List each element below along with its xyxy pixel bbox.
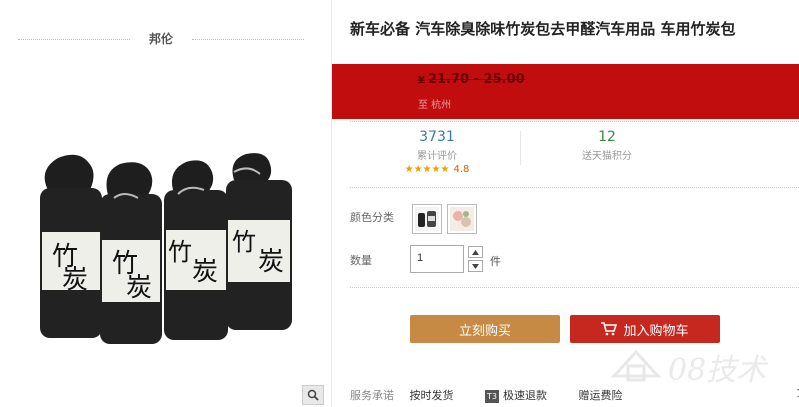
product-detail-panel: 新车必备 汽车除臭除味竹炭包去甲醛汽车用品 车用竹炭包 ¥21.70 - 25.… bbox=[332, 0, 799, 407]
points-label: 送天猫积分 bbox=[582, 151, 632, 162]
divider bbox=[350, 187, 799, 188]
color-option-label: 颜色分类 bbox=[350, 211, 394, 224]
reviews-count: 3731 bbox=[419, 129, 455, 145]
color-swatch-2[interactable] bbox=[447, 204, 477, 234]
color-swatch-1[interactable] bbox=[412, 204, 442, 234]
service-fast-refund[interactable]: T3 极速退款 bbox=[485, 389, 547, 403]
quantity-input[interactable]: 1 bbox=[410, 245, 464, 273]
service-fast-refund-label: 极速退款 bbox=[503, 389, 547, 402]
bag-char-8: 炭 bbox=[258, 247, 284, 277]
stat-divider bbox=[520, 131, 521, 165]
divider bbox=[350, 121, 799, 122]
buy-now-button[interactable]: 立刻购买 bbox=[410, 315, 560, 343]
zoom-button[interactable] bbox=[302, 385, 324, 405]
product-gallery: 邦伦 竹 炭 竹 炭 竹 炭 竹 炭 bbox=[0, 0, 331, 407]
swatch-thumbnail-icon bbox=[415, 207, 439, 231]
bag-char-7: 竹 bbox=[232, 228, 256, 256]
quantity-unit: 件 bbox=[490, 255, 501, 268]
product-title: 新车必备 汽车除臭除味竹炭包去甲醛汽车用品 车用竹炭包 bbox=[350, 20, 736, 38]
bag-char-6: 炭 bbox=[192, 257, 218, 287]
charcoal-bag-1: 竹 炭 bbox=[40, 154, 102, 338]
cart-icon bbox=[601, 322, 618, 336]
rating: ★★★★★ 4.8 bbox=[392, 164, 482, 175]
charcoal-bag-3: 竹 炭 bbox=[164, 160, 228, 340]
magnifier-icon bbox=[307, 389, 319, 401]
chevron-up-icon bbox=[472, 249, 479, 255]
ship-destination[interactable]: 至 杭州 bbox=[418, 96, 451, 111]
points-stat: 12 送天猫积分 bbox=[562, 129, 652, 162]
service-on-time-shipping[interactable]: 按时发货 bbox=[410, 389, 454, 402]
rating-score: 4.8 bbox=[453, 164, 470, 175]
buy-now-label: 立刻购买 bbox=[458, 323, 511, 339]
bag-char-2: 炭 bbox=[62, 265, 88, 295]
watermark-text: 08技术 bbox=[668, 353, 769, 388]
quantity-label: 数量 bbox=[350, 254, 372, 267]
price-band: ¥21.70 - 25.00 至 杭州 bbox=[332, 64, 799, 119]
chevron-down-icon bbox=[472, 263, 479, 269]
charcoal-bag-2: 竹 炭 bbox=[100, 162, 162, 344]
product-image[interactable]: 竹 炭 竹 炭 竹 炭 竹 炭 bbox=[28, 150, 318, 355]
bag-char-4: 炭 bbox=[126, 273, 152, 303]
points-count: 12 bbox=[598, 129, 616, 145]
reviews-label: 累计评价 bbox=[417, 151, 457, 162]
charcoal-bag-4: 竹 炭 bbox=[226, 153, 292, 330]
brand-header: 邦伦 bbox=[18, 28, 304, 48]
quantity-decrease-button[interactable] bbox=[468, 260, 483, 272]
quantity-increase-button[interactable] bbox=[468, 246, 483, 258]
price-range: ¥21.70 - 25.00 bbox=[418, 72, 525, 87]
star-icons: ★★★★★ bbox=[404, 164, 450, 175]
t3-badge-icon: T3 bbox=[485, 389, 499, 403]
watermark-logo: 08技术 bbox=[610, 349, 769, 388]
divider bbox=[350, 287, 799, 288]
bag-char-5: 竹 bbox=[168, 238, 192, 266]
reviews-stat[interactable]: 3731 累计评价 ★★★★★ 4.8 bbox=[392, 129, 482, 175]
swatch-thumbnail-icon bbox=[450, 207, 474, 231]
stats-row: 3731 累计评价 ★★★★★ 4.8 12 送天猫积分 bbox=[332, 125, 799, 183]
price-value: 21.70 - 25.00 bbox=[427, 72, 525, 87]
service-label: 服务承诺 bbox=[350, 389, 394, 402]
currency-symbol: ¥ bbox=[418, 75, 425, 86]
brand-divider-right bbox=[192, 39, 304, 40]
